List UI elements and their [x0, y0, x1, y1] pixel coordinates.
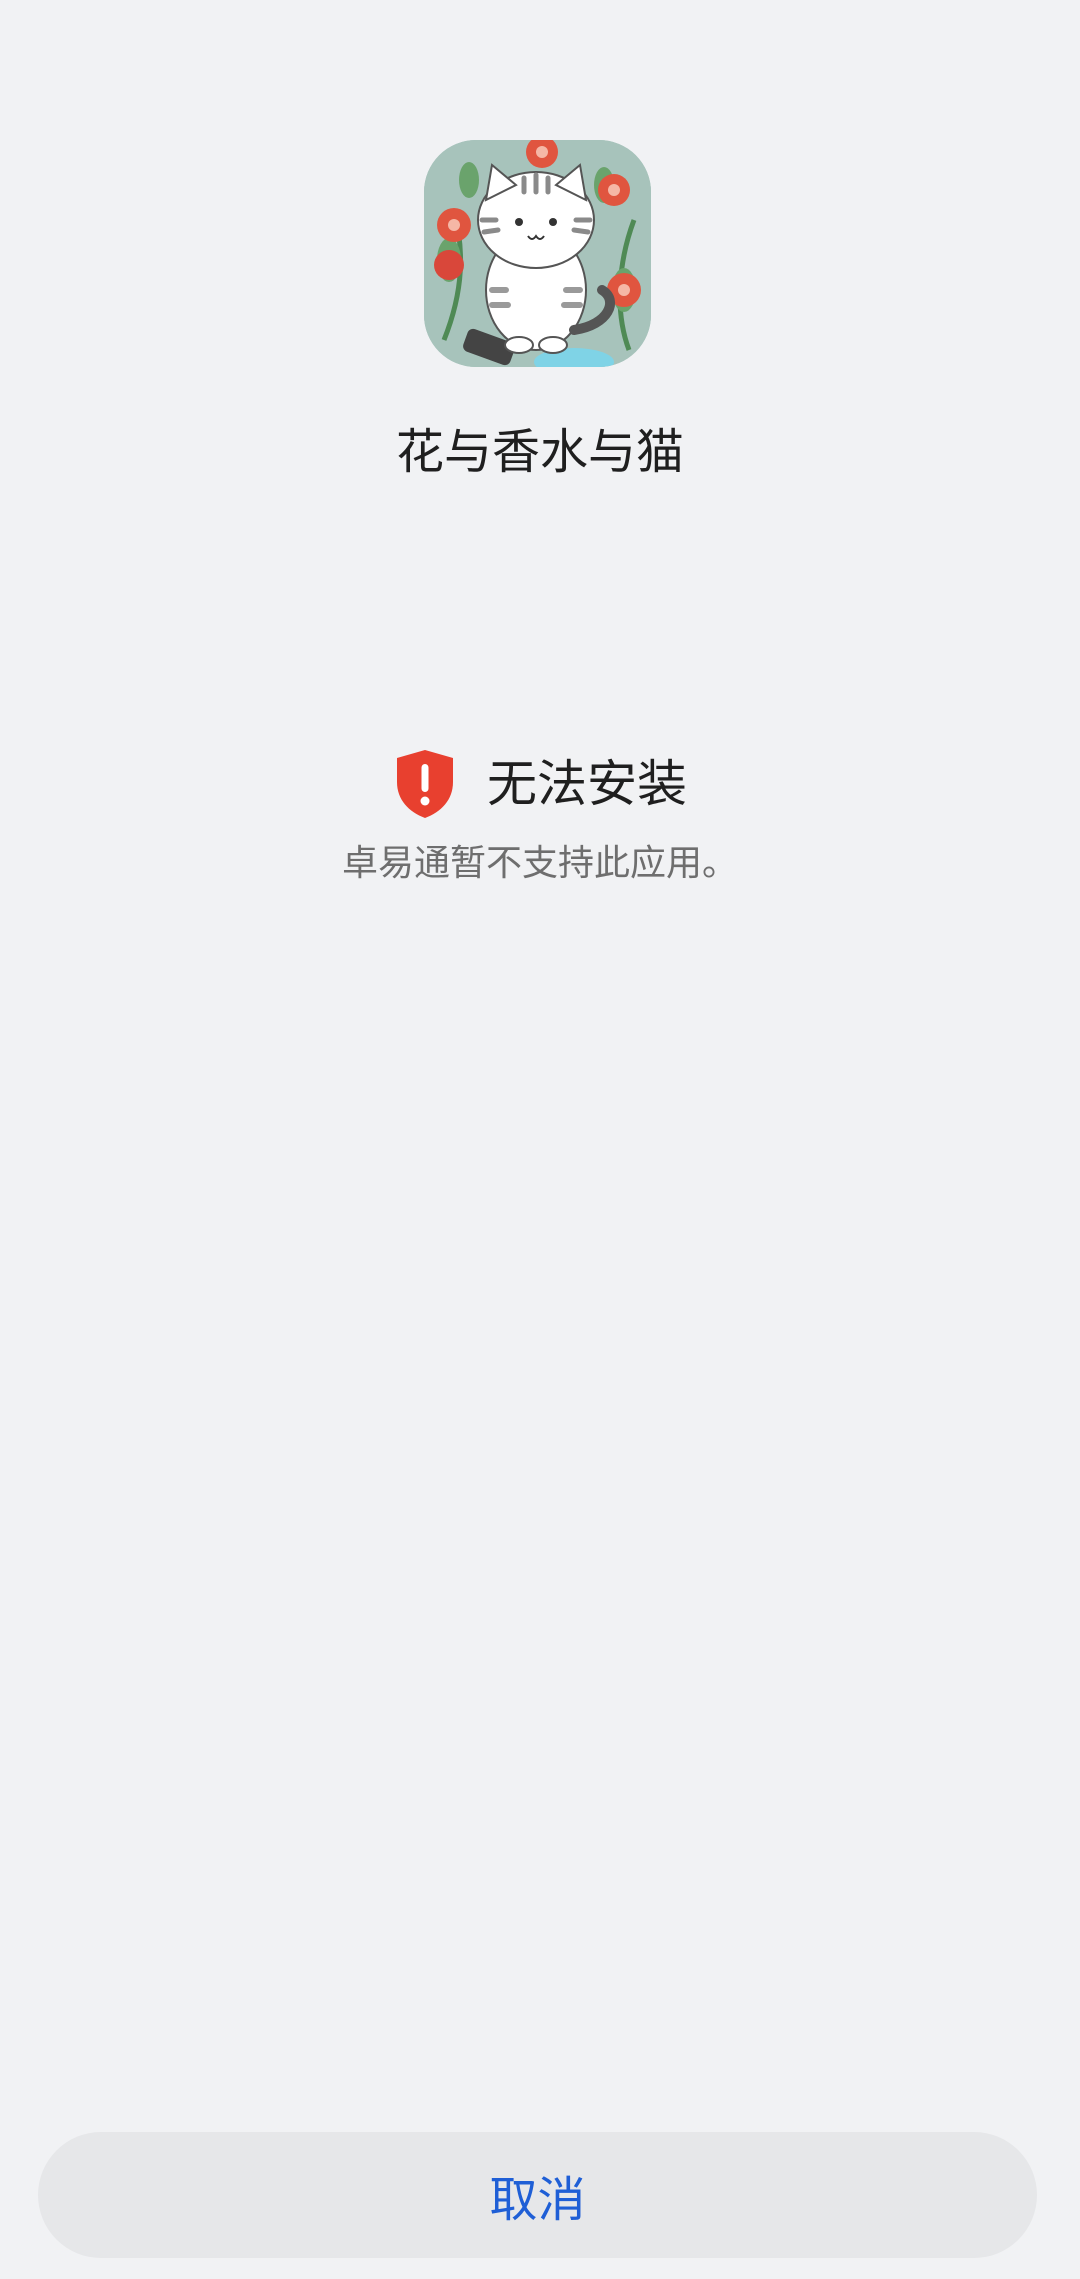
install-status: 无法安装: [0, 746, 1080, 822]
cancel-button-label: 取消: [489, 2172, 586, 2228]
status-message: 卓易通暂不支持此应用。: [341, 843, 738, 884]
shield-warning-icon: [393, 748, 457, 820]
status-title: 无法安装: [487, 755, 687, 813]
app-icon: [424, 140, 651, 367]
cancel-button[interactable]: 取消: [38, 2132, 1037, 2258]
app-name: 花与香水与猫: [395, 424, 684, 480]
